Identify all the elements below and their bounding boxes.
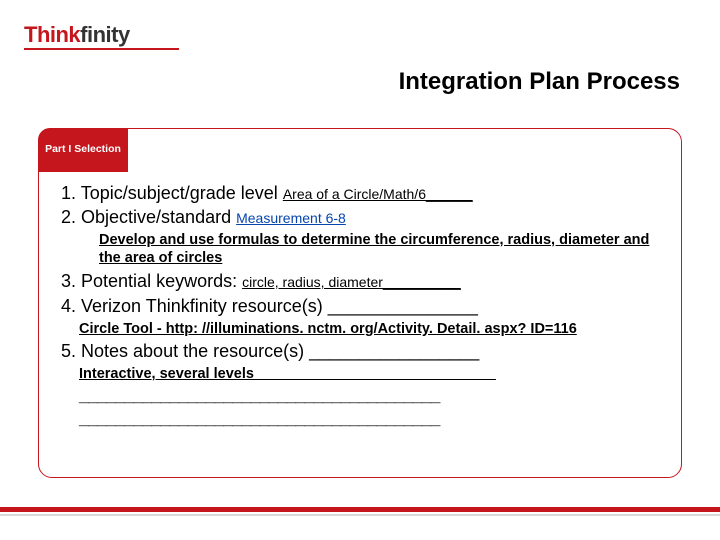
brand-underline [24, 48, 179, 50]
card-tab-label: Part I Selection [45, 143, 121, 157]
item-2: 2. Objective/standard Measurement 6-8 [61, 205, 659, 229]
brand-logo: Thinkfinity [24, 22, 130, 48]
item-3-fill: circle, radius, diameter__________ [242, 274, 461, 290]
item-1-fill: Area of a Circle/Math/6______ [283, 186, 473, 202]
item-4: 4. Verizon Thinkfinity resource(s) _____… [61, 294, 659, 318]
content-card: Part I Selection 1. Topic/subject/grade … [38, 128, 682, 478]
item-3-label: 3. Potential keywords: [61, 271, 242, 291]
blank-line-2: ________________________________________ [79, 407, 659, 430]
footer-grey-line [0, 514, 720, 516]
brand-word-1: Think [24, 22, 80, 47]
card-tab: Part I Selection [38, 128, 128, 172]
item-3: 3. Potential keywords: circle, radius, d… [61, 269, 659, 293]
footer-red-bar [0, 507, 720, 512]
page-title: Integration Plan Process [399, 68, 680, 96]
item-2-detail: Develop and use formulas to determine th… [99, 231, 659, 269]
item-2-link[interactable]: Measurement 6-8 [236, 210, 346, 226]
blank-line-1: ________________________________________ [79, 384, 659, 407]
item-2-label: 2. Objective/standard [61, 207, 236, 227]
card-content: 1. Topic/subject/grade level Area of a C… [61, 181, 659, 431]
item-4-detail: Circle Tool - http: //illuminations. nct… [79, 320, 659, 339]
item-1-label: 1. Topic/subject/grade level [61, 183, 283, 203]
brand-word-2: finity [80, 22, 130, 47]
item-5-detail: Interactive, several levels_____________… [79, 365, 659, 384]
item-1: 1. Topic/subject/grade level Area of a C… [61, 181, 659, 205]
item-5: 5. Notes about the resource(s) _________… [61, 339, 659, 363]
